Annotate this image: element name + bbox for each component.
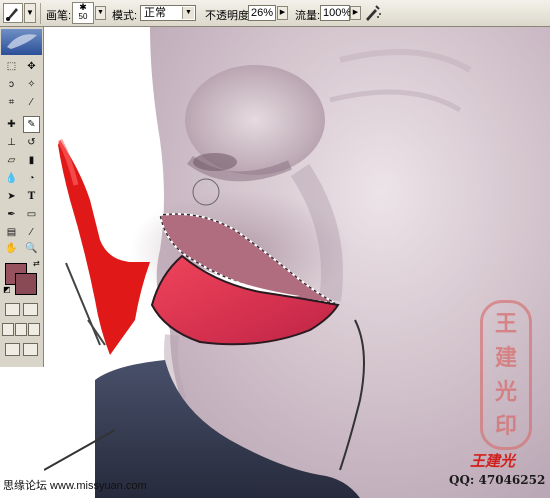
flow-input[interactable]: 100% xyxy=(320,5,351,21)
shape-icon[interactable]: ▭ xyxy=(24,207,39,222)
stamp-icon[interactable]: ⊥ xyxy=(4,135,19,150)
red-seal-stamp: 王 建 光 印 xyxy=(480,300,532,450)
options-bar: ▼ 画笔: ✱ 50 ▼ 模式: 正常 ▼ 不透明度: 26% ▶ 流量: 10… xyxy=(0,0,550,27)
swap-colors-icon[interactable]: ⇄ xyxy=(33,259,40,268)
opacity-slider-arrow[interactable]: ▶ xyxy=(277,6,288,20)
chevron-down-icon: ▼ xyxy=(182,7,194,19)
crop-icon[interactable]: ⌗ xyxy=(4,95,19,110)
standard-mode-icon[interactable] xyxy=(5,303,20,316)
seal-char: 建 xyxy=(494,345,517,371)
tool-preset-dropdown[interactable]: ▼ xyxy=(24,3,36,23)
flow-label: 流量: xyxy=(295,10,321,22)
brush-size-value: 50 xyxy=(78,12,88,21)
toolbox: ⬚ ✥ ↄ ✧ ⌗ ⁄ ✚ ✎ ⊥ ↺ ▱ ▮ 💧 ◔ ➤ T ✒ ▭ ▤ ⁄ … xyxy=(0,27,44,367)
site-watermark: 思缘论坛 www.missyuan.com xyxy=(3,480,147,492)
mode-label: 模式: xyxy=(112,10,138,22)
screen-mode-standard-icon[interactable] xyxy=(2,323,14,336)
seal-char: 王 xyxy=(494,311,517,337)
eyedropper-icon[interactable]: ⁄ xyxy=(24,225,39,240)
hand-icon[interactable]: ✋ xyxy=(4,241,19,256)
brush-tool-preset-icon[interactable] xyxy=(3,3,23,23)
pen-icon[interactable]: ✒ xyxy=(4,207,19,222)
type-icon[interactable]: T xyxy=(24,189,39,204)
default-colors-icon[interactable]: ◩ xyxy=(3,285,11,294)
dodge-icon[interactable]: ◔ xyxy=(24,171,39,186)
screen-mode-full-icon[interactable] xyxy=(28,323,40,336)
face-artwork xyxy=(44,27,550,498)
healing-icon[interactable]: ✚ xyxy=(4,117,19,132)
move-icon[interactable]: ✥ xyxy=(24,59,39,74)
toolbox-logo xyxy=(1,29,42,55)
brush-tip-icon: ✱ xyxy=(79,2,87,12)
flow-slider-arrow[interactable]: ▶ xyxy=(350,6,361,20)
gradient-icon[interactable]: ▮ xyxy=(24,153,39,168)
notes-icon[interactable]: ▤ xyxy=(4,225,19,240)
opacity-label: 不透明度: xyxy=(205,10,253,22)
path-select-icon[interactable]: ➤ xyxy=(4,189,19,204)
eraser-icon[interactable]: ▱ xyxy=(4,153,19,168)
checkmark-icon[interactable] xyxy=(23,343,38,356)
brush-picker-arrow[interactable]: ▼ xyxy=(95,6,106,20)
brush-icon[interactable]: ✎ xyxy=(23,116,40,133)
qq-number: QQ: 47046252 xyxy=(449,473,546,487)
quick-mask-mode-icon[interactable] xyxy=(23,303,38,316)
brush-size-picker[interactable]: ✱ 50 xyxy=(72,2,94,24)
jump-to-imageready-icon[interactable] xyxy=(5,343,20,356)
brush-label: 画笔: xyxy=(46,10,72,22)
lasso-icon[interactable]: ↄ xyxy=(4,77,19,92)
blur-icon[interactable]: 💧 xyxy=(4,171,19,186)
background-color-swatch[interactable] xyxy=(15,273,37,295)
zoom-icon[interactable]: 🔍 xyxy=(24,241,39,256)
artist-signature: 王建光 xyxy=(470,452,516,470)
screen-mode-menu-icon[interactable] xyxy=(15,323,27,336)
separator xyxy=(40,3,41,24)
mode-select[interactable]: 正常 ▼ xyxy=(140,5,196,21)
magic-wand-icon[interactable]: ✧ xyxy=(24,77,39,92)
seal-char: 光 xyxy=(494,379,517,405)
history-brush-icon[interactable]: ↺ xyxy=(24,135,39,150)
airbrush-icon[interactable] xyxy=(362,3,382,23)
slice-icon[interactable]: ⁄ xyxy=(24,95,39,110)
seal-char: 印 xyxy=(494,413,517,439)
opacity-input[interactable]: 26% xyxy=(248,5,276,21)
marquee-icon[interactable]: ⬚ xyxy=(4,59,19,74)
mode-value: 正常 xyxy=(144,7,166,19)
document-canvas[interactable] xyxy=(44,27,550,498)
